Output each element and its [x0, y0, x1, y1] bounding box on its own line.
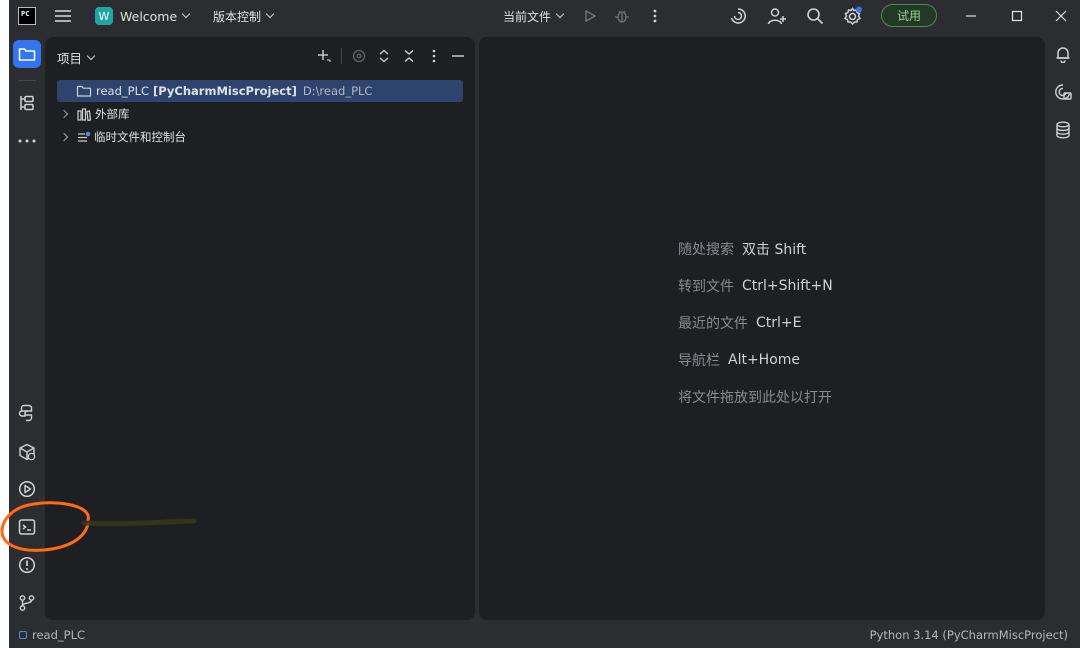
project-tool-button[interactable] [13, 40, 41, 68]
library-icon [77, 107, 91, 121]
services-button[interactable] [13, 475, 41, 503]
notifications-button[interactable] [1049, 40, 1077, 68]
notifications-icon [1056, 47, 1070, 63]
hint-drop-files: 将文件拖放到此处以打开 [678, 387, 840, 407]
tree-item-scratches[interactable]: 临时文件和控制台 [57, 126, 186, 148]
menu-icon[interactable] [54, 0, 72, 32]
expand-all-icon[interactable] [375, 49, 393, 63]
chevron-down-icon [181, 9, 191, 19]
project-badge: W [95, 7, 113, 25]
python-console-button[interactable] [13, 399, 41, 427]
scratches-label: 临时文件和控制台 [94, 130, 186, 144]
settings-icon[interactable] [843, 0, 863, 32]
folder-icon [18, 48, 36, 61]
hint-goto-file: 转到文件 Ctrl+Shift+N [678, 276, 833, 296]
chevron-right-icon [59, 109, 69, 119]
hint-recent-files: 最近的文件 Ctrl+E [678, 313, 802, 333]
minimize-icon[interactable] [965, 0, 977, 32]
problems-icon [18, 556, 36, 574]
title-bar: PC W Welcome 版本控制 当前文件 试用 [9, 0, 1080, 32]
hide-panel-icon[interactable] [449, 54, 467, 58]
tool-separator [18, 80, 36, 81]
status-bar: read_PLC Python 3.14 (PyCharmMiscProject… [9, 624, 1080, 648]
python-packages-button[interactable] [13, 438, 41, 466]
project-name: Welcome [120, 8, 178, 24]
more-icon[interactable] [652, 0, 658, 32]
panel-toolbar [315, 45, 467, 67]
terminal-button[interactable] [13, 513, 41, 541]
project-switcher[interactable]: W Welcome [95, 0, 191, 32]
options-icon[interactable] [425, 49, 443, 63]
problems-button[interactable] [13, 551, 41, 579]
services-icon [18, 480, 36, 498]
window-edge [0, 0, 9, 648]
add-user-icon[interactable] [767, 0, 787, 32]
ai-assistant-icon[interactable] [729, 0, 747, 32]
module-icon [19, 631, 27, 639]
folder-icon [76, 85, 92, 97]
project-panel-title[interactable]: 项目 [57, 48, 96, 67]
run-icon[interactable] [583, 0, 597, 32]
vcs-label: 版本控制 [213, 9, 262, 24]
hint-search-everywhere: 随处搜索 双击 Shift [678, 239, 806, 259]
run-config-label: 当前文件 [503, 9, 552, 24]
toolbar-separator [341, 48, 342, 64]
status-project-label: read_PLC [32, 628, 86, 642]
ai-chat-icon [1055, 84, 1072, 100]
python-console-icon [18, 404, 33, 422]
chevron-down-icon [86, 51, 96, 60]
hint-keys: 双击 Shift [742, 242, 807, 258]
structure-tool-button[interactable] [13, 89, 41, 117]
maximize-icon[interactable] [1011, 0, 1023, 32]
ai-chat-button[interactable] [1049, 78, 1077, 106]
right-tool-strip [1045, 32, 1080, 624]
scratches-icon [78, 131, 91, 142]
app-logo: PC [18, 7, 36, 25]
terminal-icon [18, 519, 36, 535]
chevron-right-icon [59, 132, 69, 142]
left-tool-strip [9, 32, 45, 624]
editor-area[interactable]: 随处搜索 双击 Shift 转到文件 Ctrl+Shift+N 最近的文件 Ct… [479, 37, 1045, 620]
debug-icon[interactable] [614, 0, 630, 32]
hint-keys: Ctrl+E [756, 315, 802, 331]
tree-item-external-libs[interactable]: 外部库 [57, 103, 130, 125]
git-button[interactable] [13, 589, 41, 617]
more-tools-button[interactable] [13, 127, 41, 155]
database-button[interactable] [1049, 116, 1077, 144]
run-config-selector[interactable]: 当前文件 [503, 0, 565, 32]
trial-button[interactable]: 试用 [881, 4, 937, 27]
python-packages-icon [19, 443, 36, 461]
database-icon [1056, 121, 1070, 139]
project-panel: 项目 read_PLC [PyCharmMiscProject] D:\read… [45, 37, 475, 620]
git-icon [19, 595, 35, 611]
collapse-all-icon[interactable] [400, 49, 418, 63]
chevron-down-icon [265, 9, 275, 19]
hint-label: 转到文件 [678, 279, 734, 295]
hint-label: 导航栏 [678, 353, 720, 369]
chevron-down-icon [555, 9, 565, 19]
structure-icon [20, 95, 34, 111]
locate-icon[interactable] [350, 49, 368, 63]
hint-label: 将文件拖放到此处以打开 [678, 390, 832, 406]
status-interpreter[interactable]: Python 3.14 (PyCharmMiscProject) [870, 628, 1068, 642]
root-name: read_PLC [96, 84, 150, 98]
more-icon [18, 139, 36, 143]
vcs-menu[interactable]: 版本控制 [213, 0, 275, 32]
close-icon[interactable] [1055, 0, 1067, 32]
root-project: [PyCharmMiscProject] [153, 84, 297, 98]
hint-label: 最近的文件 [678, 316, 748, 332]
hint-keys: Ctrl+Shift+N [742, 278, 833, 294]
hint-label: 随处搜索 [678, 242, 734, 258]
root-path: D:\read_PLC [302, 84, 373, 98]
status-project[interactable]: read_PLC [19, 628, 85, 642]
hint-navigation-bar: 导航栏 Alt+Home [678, 350, 800, 370]
tree-item-root[interactable]: read_PLC [PyCharmMiscProject] D:\read_PL… [57, 80, 463, 102]
panel-title-label: 项目 [57, 51, 83, 66]
external-libs-label: 外部库 [95, 107, 130, 121]
search-icon[interactable] [806, 0, 824, 32]
add-icon[interactable] [315, 49, 333, 63]
hint-keys: Alt+Home [728, 352, 801, 368]
